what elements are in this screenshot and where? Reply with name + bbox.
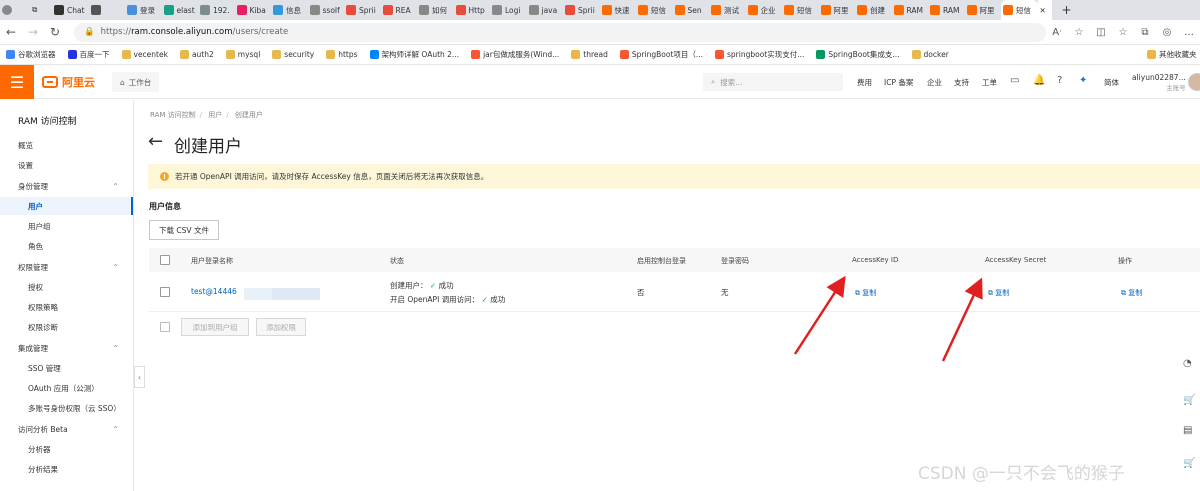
arrow-to-accesskey-id [793,275,846,355]
csdn-watermark: CSDN @一只不会飞的猴子 [918,464,1125,484]
annotation-arrows [793,275,983,362]
arrow-to-accesskey-secret [941,277,983,362]
